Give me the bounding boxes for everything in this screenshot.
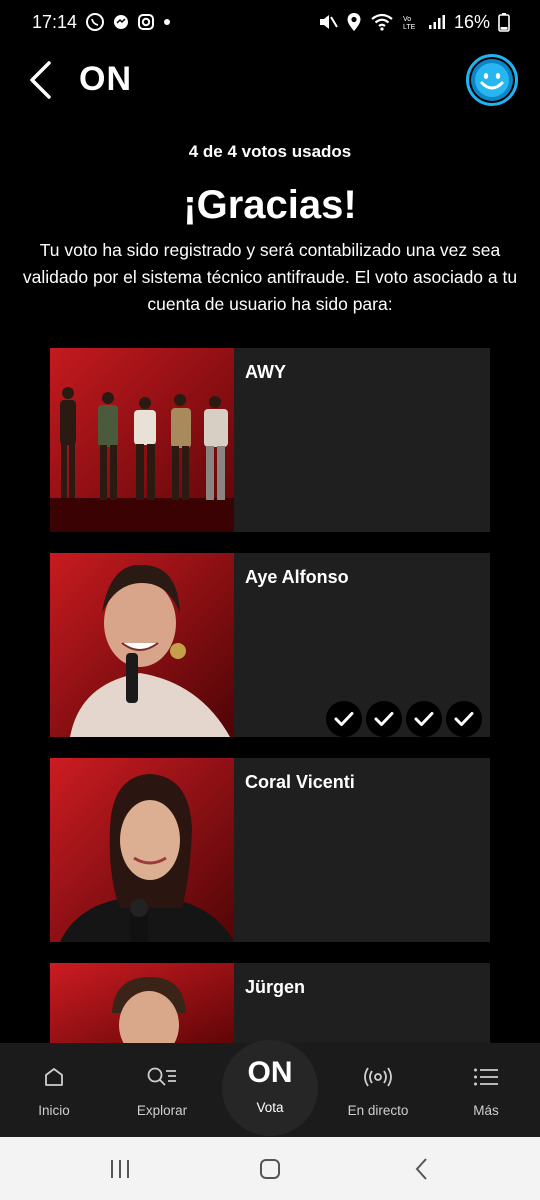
candidate-name: Coral Vicenti — [245, 772, 355, 792]
messenger-icon — [113, 14, 129, 30]
instagram-icon — [137, 13, 155, 31]
search-list-icon — [146, 1065, 178, 1089]
candidate-photo — [50, 758, 234, 942]
check-icon — [326, 701, 362, 737]
notification-dot-icon — [163, 18, 171, 26]
status-bar: 17:14 Vo LTE 16% — [0, 0, 540, 44]
app-header: ON — [0, 50, 540, 110]
nav-label: En directo — [347, 1103, 409, 1118]
back-chevron-icon — [415, 1158, 427, 1180]
home-button[interactable] — [250, 1153, 290, 1185]
system-navigation-bar — [0, 1137, 540, 1200]
check-icon — [446, 701, 482, 737]
thanks-message: Tu voto ha sido registrado y será contab… — [22, 240, 518, 314]
recent-apps-icon — [111, 1160, 129, 1178]
nav-inicio[interactable]: Inicio — [0, 1043, 108, 1137]
candidate-photo — [50, 963, 234, 1043]
svg-text:LTE: LTE — [403, 24, 416, 31]
home-square-icon — [260, 1159, 280, 1179]
nav-en-directo[interactable]: En directo — [324, 1043, 432, 1137]
live-broadcast-icon — [363, 1065, 393, 1089]
nav-vota-label: Vota — [256, 1100, 284, 1115]
home-icon — [43, 1065, 65, 1089]
system-back-button[interactable] — [402, 1153, 442, 1185]
back-button[interactable] — [22, 58, 58, 102]
candidate-card[interactable]: AWY — [50, 348, 490, 532]
votes-used-counter: 4 de 4 votos usados — [188, 142, 352, 161]
check-icon — [406, 701, 442, 737]
nav-label: Inicio — [38, 1103, 70, 1118]
location-icon — [346, 12, 362, 32]
back-arrow-icon — [30, 61, 51, 99]
status-time: 17:14 — [32, 11, 78, 32]
mute-icon — [318, 13, 338, 31]
check-icon — [366, 701, 402, 737]
svg-text:Vo: Vo — [403, 16, 411, 23]
candidate-card[interactable]: Jürgen — [50, 963, 490, 1043]
wifi-icon — [370, 13, 394, 31]
candidate-photo — [50, 553, 234, 737]
volte-icon: Vo LTE — [402, 13, 420, 31]
brand-logo-title: ON — [79, 60, 132, 98]
profile-avatar-button[interactable] — [466, 54, 518, 106]
battery-percent: 16% — [453, 11, 490, 32]
smiley-avatar-icon — [475, 63, 509, 97]
signal-icon — [428, 14, 446, 30]
vota-on-logo: ON — [247, 1056, 293, 1089]
status-left: 17:14 — [32, 12, 171, 33]
candidate-name: AWY — [245, 362, 287, 382]
nav-label: Más — [473, 1103, 499, 1118]
nav-label: Explorar — [136, 1103, 188, 1118]
candidate-name: Aye Alfonso — [245, 567, 349, 587]
whatsapp-icon — [85, 12, 105, 32]
candidate-card[interactable]: Coral Vicenti — [50, 758, 490, 942]
menu-list-icon — [473, 1065, 499, 1089]
candidate-photo — [50, 348, 234, 532]
status-right: Vo LTE 16% — [318, 12, 510, 33]
battery-icon — [498, 12, 510, 32]
vote-checkmarks — [326, 701, 482, 737]
recent-apps-button[interactable] — [100, 1153, 140, 1185]
nav-explorar[interactable]: Explorar — [108, 1043, 216, 1137]
nav-mas[interactable]: Más — [432, 1043, 540, 1137]
thanks-heading: ¡Gracias! — [183, 183, 357, 227]
candidate-card[interactable]: Aye Alfonso — [50, 553, 490, 737]
candidate-name: Jürgen — [245, 977, 306, 997]
